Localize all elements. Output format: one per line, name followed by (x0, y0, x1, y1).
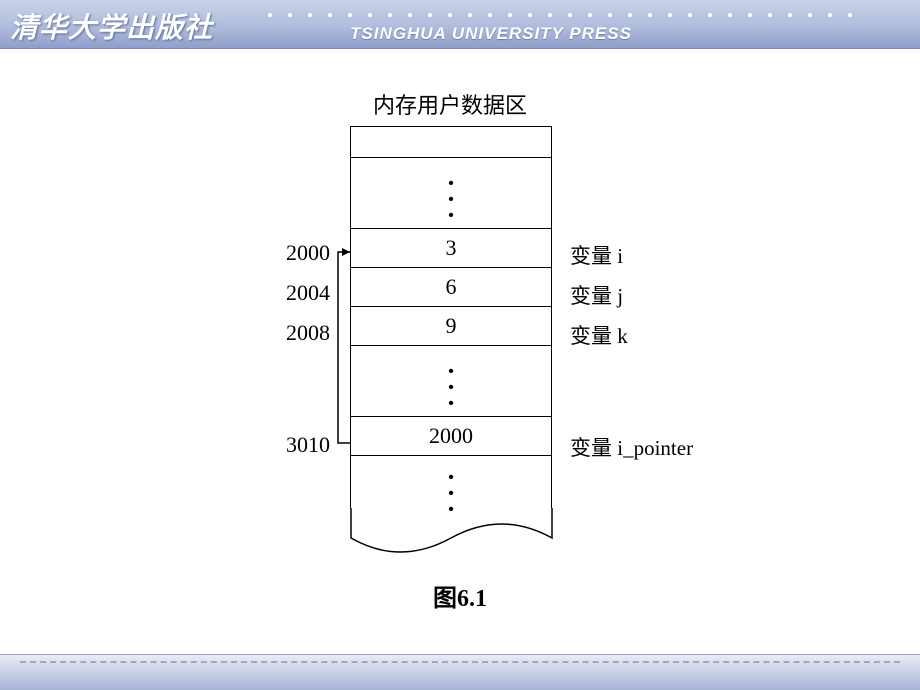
diagram-title: 内存用户数据区 (350, 88, 550, 120)
address-label: 2004 (240, 280, 330, 306)
memory-cell: 9 (351, 307, 551, 346)
slide-footer (0, 654, 920, 690)
memory-cell: 6 (351, 268, 551, 307)
variable-label: 变量 i_pointer (570, 432, 693, 462)
figure-caption: 图6.1 (0, 578, 920, 613)
memory-diagram: 内存用户数据区 2000 2004 2008 3010 变量 i 变量 j 变量… (240, 88, 740, 568)
slide-body: 内存用户数据区 2000 2004 2008 3010 变量 i 变量 j 变量… (0, 48, 920, 655)
memory-column: ••• 3 6 9 ••• 2000 ••• (350, 126, 552, 508)
publisher-logo-en: TSINGHUA UNIVERSITY PRESS (350, 24, 632, 44)
memory-cell-ellipsis: ••• (351, 346, 551, 417)
memory-cell-ellipsis: ••• (351, 456, 551, 508)
address-label: 2000 (240, 240, 330, 266)
variable-label: 变量 j (570, 280, 623, 310)
cell-value: 2000 (429, 423, 473, 448)
cell-value: 9 (446, 313, 457, 338)
variable-label: 变量 k (570, 320, 628, 350)
memory-cell-empty (351, 127, 551, 158)
cell-value: 6 (446, 274, 457, 299)
pointer-arrow-icon (332, 238, 362, 458)
memory-cell: 2000 (351, 417, 551, 456)
cell-value: 3 (446, 235, 457, 260)
publisher-logo-cn: 清华大学出版社 (10, 6, 213, 46)
variable-label: 变量 i (570, 240, 623, 270)
address-label: 3010 (240, 432, 330, 458)
slide-header: 清华大学出版社 TSINGHUA UNIVERSITY PRESS (0, 0, 920, 49)
memory-cell: 3 (351, 229, 551, 268)
address-label: 2008 (240, 320, 330, 346)
memory-cell-ellipsis: ••• (351, 158, 551, 229)
decorative-dots (260, 4, 910, 8)
